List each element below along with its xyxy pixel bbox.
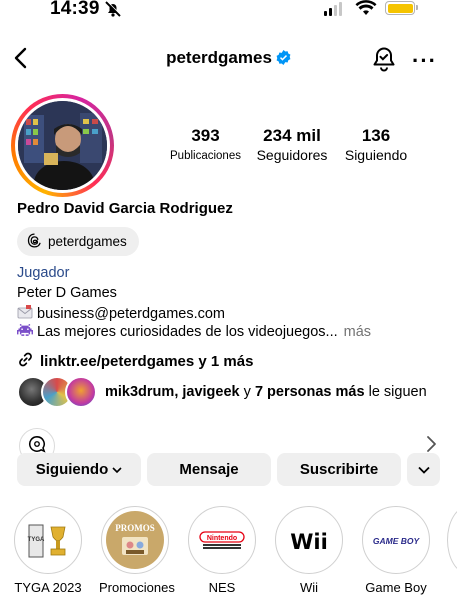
following-button[interactable]: Siguiendo	[17, 453, 141, 486]
bio-tagline-text: Las mejores curiosidades de los videojue…	[37, 324, 338, 340]
bio-email-text[interactable]: business@peterdgames.com	[37, 306, 225, 322]
stat-following[interactable]: 136 Siguiendo	[338, 126, 414, 163]
threads-badge[interactable]: peterdgames	[17, 227, 139, 256]
bio-more-link[interactable]: más	[344, 324, 371, 340]
highlight-label: Promociones	[99, 580, 175, 595]
subscribe-button-label: Suscribirte	[299, 461, 379, 478]
following-button-label: Siguiendo	[35, 461, 109, 478]
wifi-icon	[355, 0, 377, 21]
follower-avatar-3	[65, 376, 97, 408]
highlight-wii[interactable]: Wii Wii	[273, 506, 345, 595]
highlight-label: NES	[208, 580, 236, 595]
full-name: Pedro David Garcia Rodriguez	[17, 200, 233, 217]
profile-link[interactable]: linktr.ee/peterdgames y 1 más	[17, 351, 253, 372]
highlight-cover: TYGA	[19, 511, 77, 569]
status-time: 14:39	[50, 0, 100, 19]
battery-tip	[416, 5, 418, 10]
highlight-cover: PROMOS	[106, 511, 164, 569]
profile-photo	[18, 101, 107, 190]
followed-by-others: 7 personas más	[254, 384, 365, 400]
bio-line-name: Peter D Games	[17, 285, 117, 301]
highlight-game-boy[interactable]: GAME BOY Game Boy	[360, 506, 432, 595]
highlight-nes[interactable]: Nintendo NES	[186, 506, 258, 595]
follower-name-2: javigeek	[182, 384, 240, 400]
followed-by-connector: y	[243, 384, 251, 400]
highlight-label: Game Boy	[365, 580, 427, 595]
highlight-cover: Nintendo	[193, 511, 251, 569]
highlight-label: TYGA 2023	[14, 580, 82, 595]
highlight-art-text: PROMOS	[115, 523, 155, 533]
profile-category: Jugador	[17, 265, 70, 281]
highlight-promociones[interactable]: PROMOS Promociones	[99, 506, 175, 595]
highlight-tyga-2023[interactable]: TYGA TYGA 2023	[12, 506, 84, 595]
bio-line-tagline: Las mejores curiosidades de los videojue…	[17, 323, 371, 341]
followed-by-text: mik3drum, javigeek y 7 personas más le s…	[105, 384, 427, 400]
highlight-art-text: Nintendo	[207, 535, 237, 542]
username-text: peterdgames	[166, 48, 272, 67]
bell-off-icon	[104, 0, 122, 23]
follower-name-1: mik3drum	[105, 384, 175, 400]
profile-link-text: linktr.ee/peterdgames y 1 más	[40, 353, 254, 370]
chevron-down-icon	[417, 461, 430, 478]
followed-by-row[interactable]: mik3drum, javigeek y 7 personas más le s…	[17, 376, 427, 408]
highlight-partial[interactable]	[447, 506, 457, 574]
more-options-button[interactable]: ···	[412, 48, 437, 74]
battery-icon	[385, 1, 415, 15]
link-icon	[17, 351, 34, 372]
notifications-bell-icon[interactable]	[372, 46, 396, 77]
signal-icon	[324, 2, 342, 16]
chevron-down-icon	[112, 461, 122, 478]
stat-followers-value: 234 mil	[263, 126, 321, 145]
bio-line-email: business@peterdgames.com	[17, 304, 225, 324]
threads-icon	[27, 232, 42, 251]
threads-handle: peterdgames	[48, 234, 127, 249]
stat-following-label: Siguiendo	[344, 147, 408, 163]
highlight-cover: GAME BOY	[367, 511, 425, 569]
suggested-dropdown-button[interactable]	[407, 453, 440, 486]
message-button[interactable]: Mensaje	[147, 453, 271, 486]
stat-followers-label: Seguidores	[256, 147, 328, 163]
highlight-art-text: Wii	[290, 530, 328, 554]
message-button-label: Mensaje	[179, 461, 239, 478]
stat-following-value: 136	[361, 126, 391, 145]
stat-posts-label: Publicaciones	[170, 150, 241, 162]
stat-posts[interactable]: 393 Publicaciones	[163, 126, 248, 162]
avatar[interactable]	[11, 94, 114, 197]
followed-by-suffix: le siguen	[368, 384, 427, 400]
highlight-cover: Wii	[280, 511, 338, 569]
verified-badge-icon	[276, 50, 291, 70]
subscribe-button[interactable]: Suscribirte	[277, 453, 401, 486]
envelope-icon	[17, 304, 33, 324]
highlight-art-text: TYGA	[28, 537, 45, 543]
stat-followers[interactable]: 234 mil Seguidores	[250, 126, 334, 163]
space-invader-icon	[17, 323, 33, 341]
stat-posts-value: 393	[191, 126, 220, 145]
highlight-art-text: GAME BOY	[373, 536, 421, 546]
highlight-label: Wii	[299, 580, 319, 595]
